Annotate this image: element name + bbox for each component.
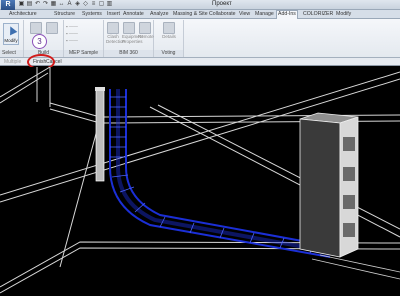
redo-icon[interactable]: ↷	[42, 1, 49, 8]
tab-massing-site[interactable]: Massing & Site	[172, 11, 209, 18]
ribbon-tabs: Architecture Structure Systems Insert An…	[0, 10, 400, 19]
details-label: Details	[162, 34, 176, 39]
undo-icon[interactable]: ↶	[34, 1, 41, 8]
tab-manage[interactable]: Manage	[254, 11, 275, 18]
text-icon[interactable]: A	[66, 1, 73, 8]
3d-view-icon[interactable]: ◈	[74, 1, 81, 8]
mep-sample-panel: ▪ —— ▪ —— ▪ —— MEP Sample	[64, 20, 104, 57]
remote-button[interactable]: Remote	[138, 22, 154, 39]
bim360-panel-label: BIM 360	[104, 50, 153, 57]
open-icon[interactable]: ▣	[18, 1, 25, 8]
server-rack	[299, 112, 359, 258]
tab-colorizer[interactable]: COLORIZER	[302, 11, 334, 18]
quick-access-toolbar: ▣ ▤ ↶ ↷ ▦ ↔ A ◈ ◇ ≡ ▢ ▥	[18, 1, 113, 9]
title-bar: R ▣ ▤ ↶ ↷ ▦ ↔ A ◈ ◇ ≡ ▢ ▥ Проект	[0, 0, 400, 10]
tab-insert[interactable]: Insert	[106, 11, 121, 18]
tab-collaborate[interactable]: Collaborate	[208, 11, 237, 18]
modify-button[interactable]: Modify	[3, 23, 19, 45]
cursor-arrow-icon	[6, 24, 18, 36]
ribbon: Modify Select Build ▪ —— ▪ —— ▪ —— MEP S…	[0, 19, 400, 58]
multiple-mode-label: Multiple	[4, 59, 22, 65]
select-panel-label: Select	[0, 50, 23, 57]
equipment-properties-button[interactable]: Equipment Properties	[122, 22, 144, 44]
options-bar: Multiple Finish Cancel	[0, 58, 400, 66]
build-tool-icon[interactable]	[30, 22, 42, 34]
mep-option-3[interactable]: ▪ ——	[66, 37, 100, 44]
model-view	[0, 67, 400, 294]
close-hidden-icon[interactable]: ▢	[98, 1, 105, 8]
bim360-panel: Clash Detection Equipment Properties Rem…	[104, 20, 154, 57]
tab-annotate[interactable]: Annotate	[122, 11, 145, 18]
tab-add-ins[interactable]: Add-Ins	[276, 10, 298, 19]
mep-option-2[interactable]: ▪ ——	[66, 30, 100, 37]
clash-detection-button[interactable]: Clash Detection	[106, 22, 125, 44]
floor-lines	[311, 254, 400, 280]
application-menu-button[interactable]: R	[1, 0, 15, 10]
mep-options-list[interactable]: ▪ —— ▪ —— ▪ ——	[66, 23, 100, 44]
section-icon[interactable]: ◇	[82, 1, 89, 8]
voting-panel-label: Voting	[154, 50, 183, 57]
mep-option-1[interactable]: ▪ ——	[66, 23, 100, 30]
tab-modify[interactable]: Modify	[335, 11, 352, 18]
switch-windows-icon[interactable]: ▥	[106, 1, 113, 8]
thin-lines-icon[interactable]: ≡	[90, 1, 97, 8]
details-button[interactable]: Details	[162, 22, 176, 39]
step-number-badge: 3	[32, 34, 47, 49]
tab-analyze[interactable]: Analyze	[149, 11, 169, 18]
vertical-pipe	[95, 87, 105, 182]
save-icon[interactable]: ▤	[26, 1, 33, 8]
window-title: Проект	[212, 1, 232, 7]
tab-architecture[interactable]: Architecture	[8, 11, 38, 18]
tab-structure[interactable]: Structure	[53, 11, 76, 18]
voting-panel: Details Voting	[154, 20, 184, 57]
3d-viewport[interactable]	[0, 67, 400, 296]
remote-label: Remote	[138, 34, 154, 39]
print-icon[interactable]: ▦	[50, 1, 57, 8]
tab-systems[interactable]: Systems	[81, 11, 103, 18]
mep-sample-panel-label: MEP Sample	[64, 50, 103, 57]
build-tool-2-icon[interactable]	[46, 22, 58, 34]
select-panel: Modify Select	[0, 20, 24, 57]
measure-icon[interactable]: ↔	[58, 1, 65, 8]
tab-view[interactable]: View	[238, 11, 251, 18]
